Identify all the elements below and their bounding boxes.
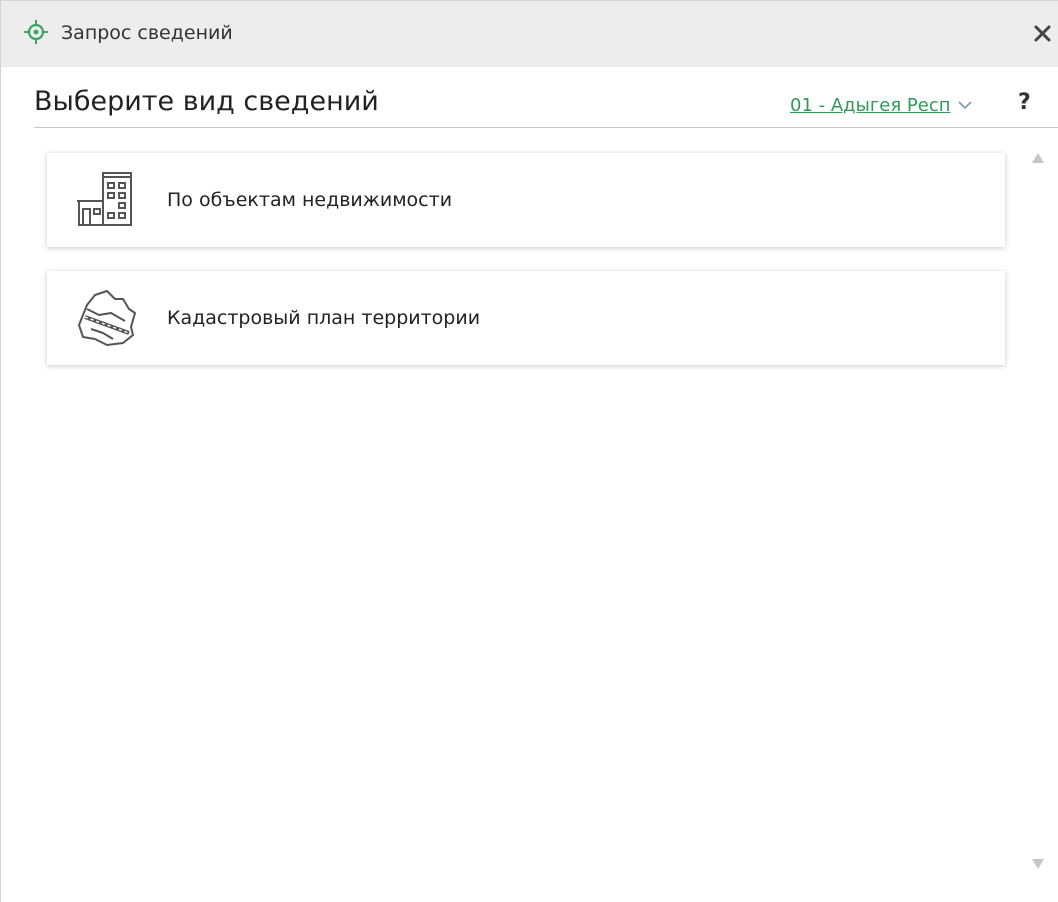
card-real-estate-objects[interactable]: По объектам недвижимости: [47, 153, 1005, 247]
scroll-down-arrow-icon[interactable]: [1031, 857, 1045, 871]
card-label: По объектам недвижимости: [167, 189, 453, 211]
region-select[interactable]: 01 - Адыгея Респ: [790, 91, 973, 119]
request-info-window: Запрос сведений Выберите вид сведений 01…: [0, 0, 1058, 902]
help-button[interactable]: ?: [1018, 89, 1031, 117]
region-link[interactable]: 01 - Адыгея Респ: [790, 95, 951, 116]
chevron-down-icon[interactable]: [957, 97, 973, 113]
card-cadastral-plan[interactable]: Кадастровый план территории: [47, 271, 1005, 365]
page-title: Выберите вид сведений: [34, 86, 379, 117]
close-icon[interactable]: [1029, 19, 1057, 47]
buildings-icon: [77, 172, 132, 226]
window-title: Запрос сведений: [61, 22, 233, 44]
scroll-up-arrow-icon[interactable]: [1031, 151, 1045, 165]
header: Выберите вид сведений 01 - Адыгея Респ ?: [34, 67, 1058, 128]
cadastral-map-icon: [78, 290, 136, 346]
info-type-list: По объектам недвижимости Кадастровый пла…: [47, 153, 1005, 389]
title-bar: Запрос сведений: [1, 1, 1058, 67]
target-crosshair-icon: [24, 20, 48, 44]
card-label: Кадастровый план территории: [167, 307, 481, 329]
